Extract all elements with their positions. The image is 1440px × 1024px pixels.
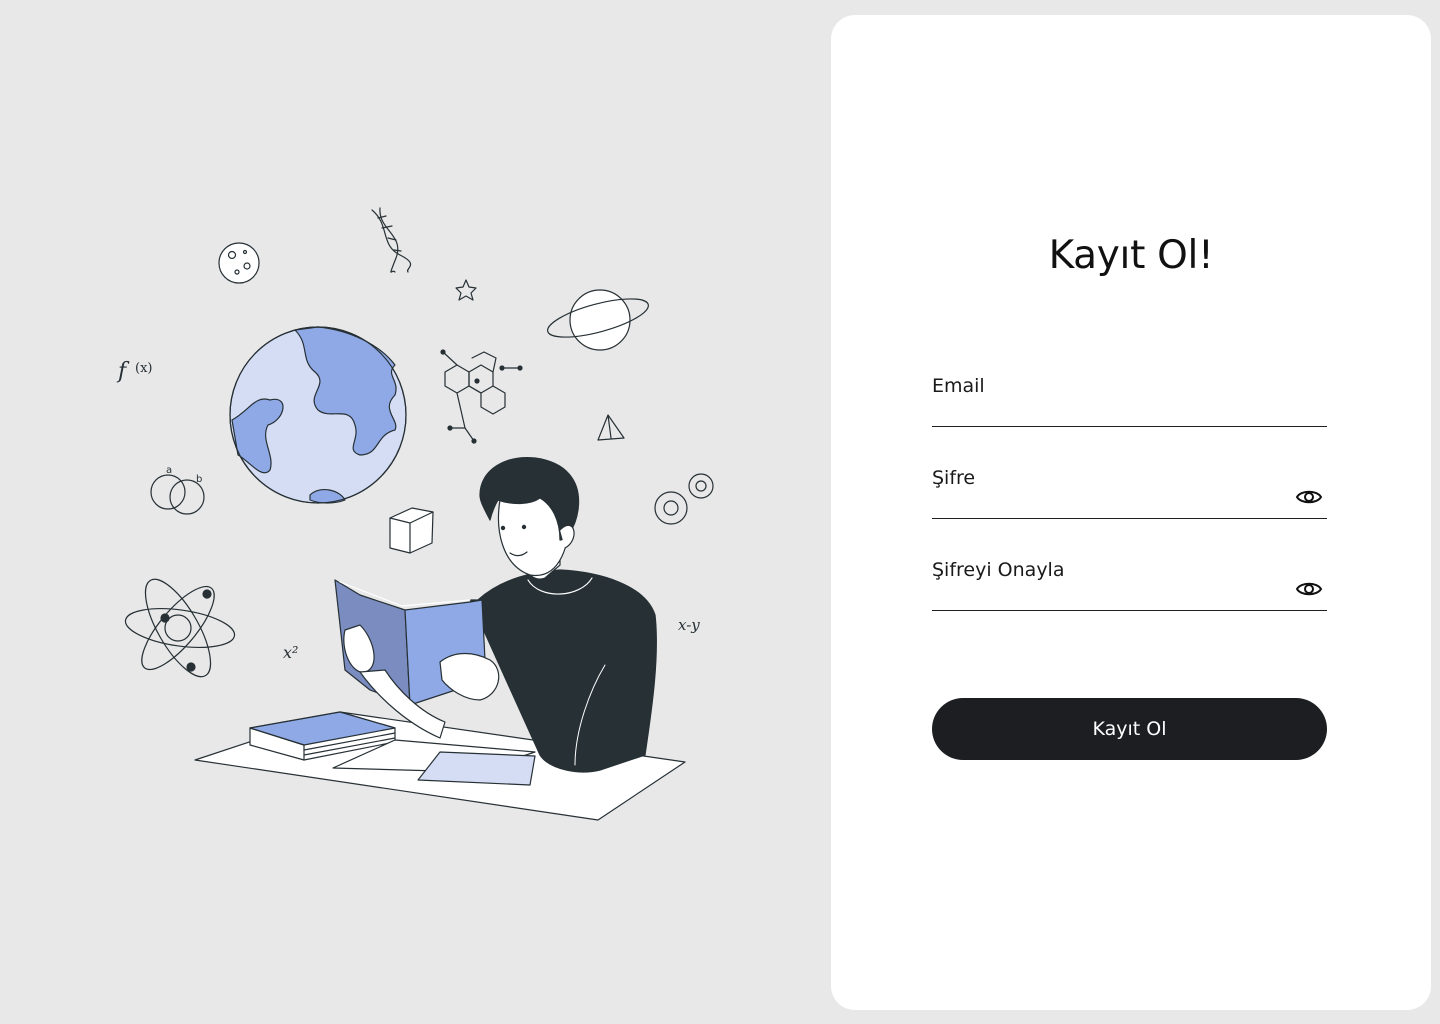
dna-icon xyxy=(371,207,412,273)
study-illustration: f (x) a b x² x-y xyxy=(116,207,714,821)
planet-icon xyxy=(547,289,649,351)
email-input[interactable] xyxy=(932,400,1287,426)
confirm-password-label: Şifreyi Onayla xyxy=(932,559,1065,581)
confirm-password-input[interactable] xyxy=(932,584,1287,610)
illustration-panel: f (x) a b x² x-y xyxy=(0,0,830,1024)
signup-button[interactable]: Kayıt Ol xyxy=(932,698,1327,760)
pyramid-icon xyxy=(597,414,625,441)
cube-icon xyxy=(389,507,434,554)
atom-icon xyxy=(124,578,236,678)
email-field[interactable]: Email xyxy=(932,375,1327,427)
svg-text:b: b xyxy=(196,474,202,485)
confirm-password-field[interactable]: Şifreyi Onayla xyxy=(932,559,1327,611)
x-minus-y-text: x-y xyxy=(678,616,700,634)
eye-icon[interactable] xyxy=(1295,485,1323,509)
password-input[interactable] xyxy=(932,492,1287,518)
globe-icon xyxy=(229,326,407,504)
email-label: Email xyxy=(932,375,985,397)
fx-text: f xyxy=(116,359,130,384)
eye-icon[interactable] xyxy=(1295,577,1323,601)
molecule-icon xyxy=(440,349,523,444)
svg-text:a: a xyxy=(166,465,172,476)
password-field[interactable]: Şifre xyxy=(932,467,1327,519)
venn-icon: a b xyxy=(150,465,205,515)
page-title: Kayıt Ol! xyxy=(1048,233,1214,278)
paper-blue xyxy=(417,751,536,786)
moon-icon xyxy=(218,242,260,284)
star-icon xyxy=(455,279,477,301)
password-label: Şifre xyxy=(932,467,976,489)
svg-text:(x): (x) xyxy=(135,361,152,376)
gears-icon xyxy=(654,473,714,525)
signup-card: Kayıt Ol! Email Şifre Şifreyi Onayla Kay… xyxy=(831,15,1431,1010)
x-squared-text: x² xyxy=(283,643,298,662)
